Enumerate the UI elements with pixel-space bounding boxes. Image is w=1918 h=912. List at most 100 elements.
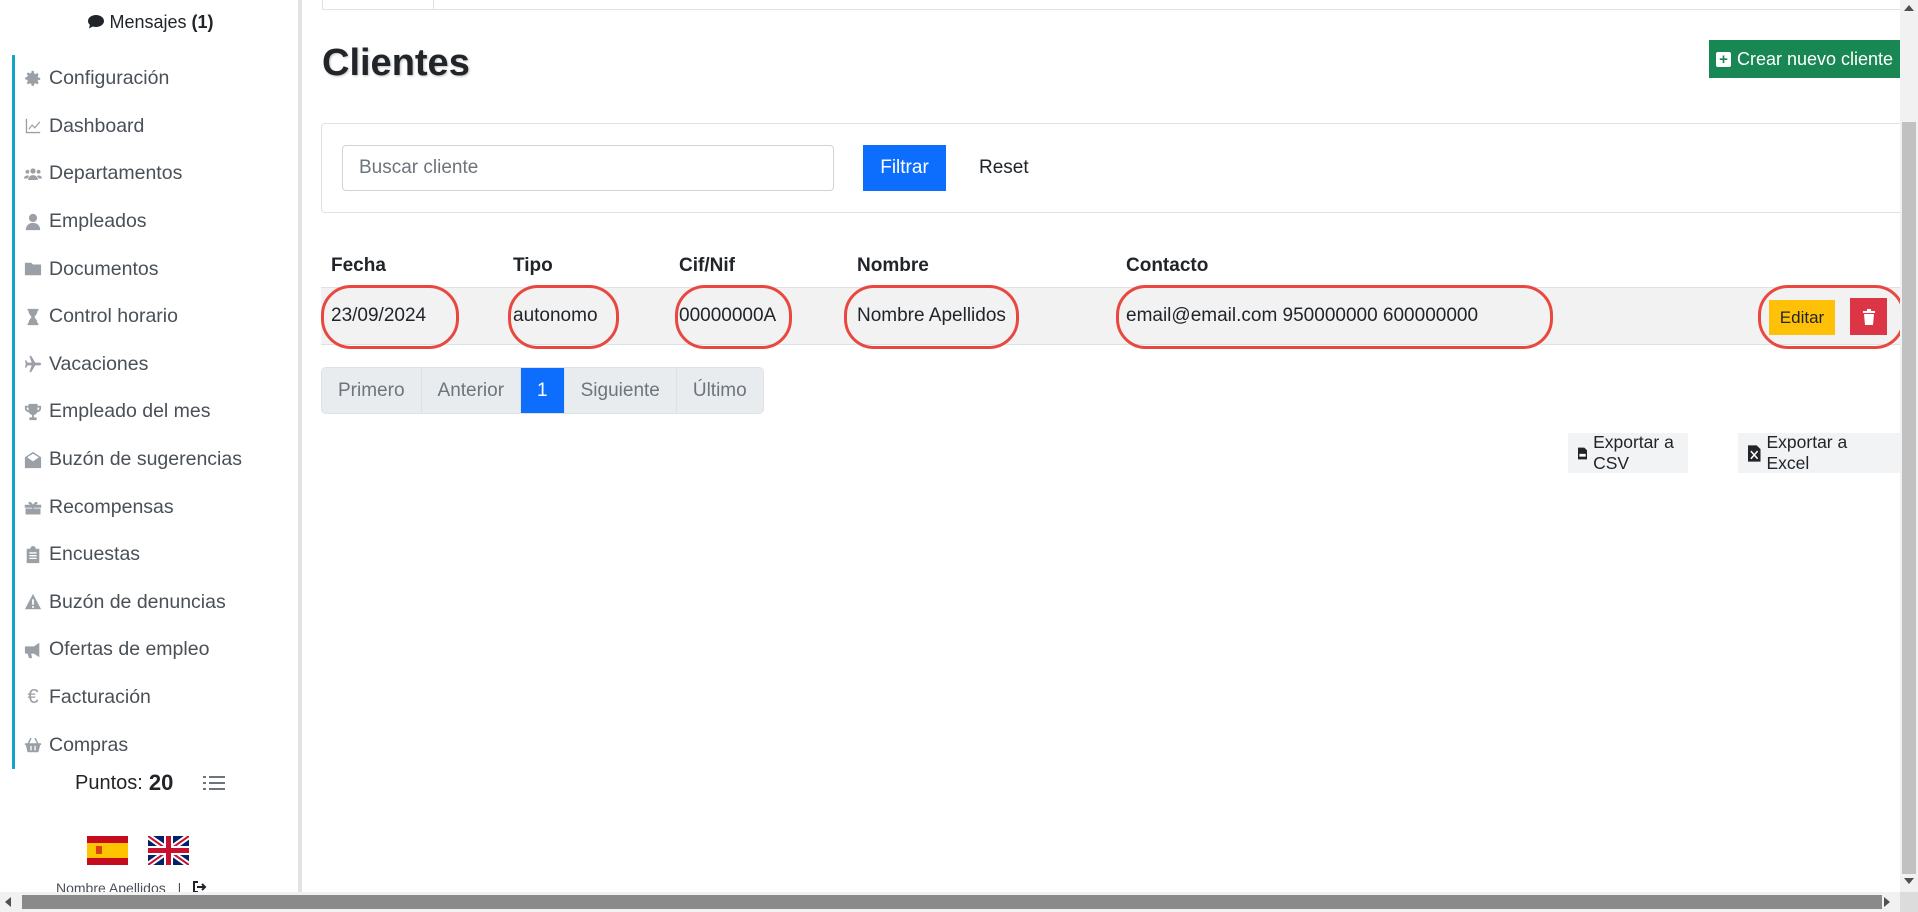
page-title: Clientes — [322, 42, 470, 84]
sidebar-nav: Configuración Dashboard Departamentos Em… — [12, 55, 298, 769]
sidebar-item-label: Control horario — [49, 305, 178, 328]
scroll-right-arrow-icon[interactable] — [1884, 897, 1890, 907]
sidebar-item-ofertas-empleo[interactable]: Ofertas de empleo — [15, 626, 298, 674]
reset-link[interactable]: Reset — [967, 145, 1041, 191]
messages-link[interactable]: Mensajes (1) — [0, 12, 298, 33]
delete-button[interactable] — [1850, 298, 1887, 335]
hourglass-icon — [23, 308, 43, 326]
sidebar-item-empleado-del-mes[interactable]: Empleado del mes — [15, 388, 298, 436]
scroll-up-arrow-icon[interactable] — [1904, 5, 1914, 11]
scrollbar-corner — [1900, 892, 1918, 912]
highlight-nombre — [844, 285, 1019, 349]
sidebar-item-label: Facturación — [49, 686, 151, 709]
gift-icon — [23, 498, 43, 516]
create-client-button[interactable]: + Crear nuevo cliente — [1709, 40, 1900, 78]
filter-button[interactable]: Filtrar — [863, 145, 946, 191]
create-client-label: Crear nuevo cliente — [1736, 48, 1894, 69]
sidebar-item-label: Compras — [49, 733, 129, 756]
user-separator: | — [177, 880, 182, 892]
sidebar-item-documentos[interactable]: Documentos — [15, 245, 298, 293]
edit-button[interactable]: Editar — [1769, 300, 1835, 335]
gear-icon — [23, 70, 43, 88]
list-icon[interactable] — [203, 774, 226, 792]
sidebar-item-label: Buzón de sugerencias — [49, 448, 242, 471]
sidebar-item-empleados[interactable]: Empleados — [15, 198, 298, 246]
logout-icon[interactable] — [193, 880, 207, 892]
envelope-open-icon — [23, 451, 43, 469]
user-info: Nombre Apellidos | — [56, 880, 207, 892]
main-content: Clientes + Crear nuevo cliente Filtrar R… — [306, 0, 1911, 892]
messages-label: Mensajes — [109, 12, 187, 32]
folder-icon — [23, 260, 43, 278]
sidebar-item-label: Buzón de denuncias — [49, 590, 226, 613]
scroll-down-arrow-icon[interactable] — [1904, 878, 1914, 884]
euro-icon: € — [27, 686, 39, 709]
sidebar-item-label: Ofertas de empleo — [49, 638, 210, 661]
sidebar-item-buzon-denuncias[interactable]: Buzón de denuncias — [15, 579, 298, 627]
export-excel-button[interactable]: Exportar a Excel — [1738, 432, 1900, 473]
export-csv-button[interactable]: Exportar a CSV — [1568, 432, 1688, 473]
horizontal-scrollbar[interactable] — [0, 892, 1918, 912]
highlight-tipo — [508, 285, 619, 349]
header-nombre[interactable]: Nombre — [857, 255, 929, 277]
clipboard-icon — [23, 545, 43, 564]
table-row: 23/09/2024 autonomo 00000000A Nombre Ape… — [321, 285, 1911, 349]
sidebar-item-buzon-sugerencias[interactable]: Buzón de sugerencias — [15, 436, 298, 484]
trash-icon — [1862, 309, 1875, 325]
filter-panel: Filtrar Reset — [321, 123, 1911, 213]
csv-file-icon — [1578, 447, 1588, 459]
sidebar-item-label: Vacaciones — [49, 352, 149, 375]
header-contacto[interactable]: Contacto — [1126, 255, 1208, 277]
uk-flag-icon[interactable] — [148, 836, 189, 865]
clients-table: Fecha Tipo Cif/Nif Nombre Contacto 23/09… — [321, 245, 1911, 349]
megaphone-icon — [23, 641, 43, 659]
horizontal-scroll-thumb[interactable] — [22, 895, 1882, 909]
vertical-scrollbar[interactable] — [1900, 0, 1918, 892]
points-value: 20 — [148, 770, 174, 795]
basket-icon — [23, 736, 43, 754]
sidebar-item-label: Departamentos — [49, 162, 183, 185]
sidebar-item-vacaciones[interactable]: Vacaciones — [15, 341, 298, 389]
sidebar-item-departamentos[interactable]: Departamentos — [15, 150, 298, 198]
sidebar-item-compras[interactable]: Compras — [15, 721, 298, 769]
sidebar-item-control-horario[interactable]: Control horario — [15, 293, 298, 341]
sidebar-item-label: Dashboard — [49, 114, 145, 137]
spain-flag-icon[interactable] — [87, 836, 128, 865]
user-name: Nombre Apellidos — [56, 880, 166, 892]
sidebar-item-encuestas[interactable]: Encuestas — [15, 531, 298, 579]
header-cif[interactable]: Cif/Nif — [679, 255, 735, 277]
chart-line-icon — [23, 117, 43, 135]
sidebar-item-label: Encuestas — [49, 543, 141, 566]
sidebar-item-label: Recompensas — [49, 495, 174, 518]
sidebar-item-label: Empleado del mes — [49, 400, 211, 423]
sidebar-item-configuracion[interactable]: Configuración — [15, 55, 298, 103]
page-current[interactable]: 1 — [521, 368, 565, 413]
page-next[interactable]: Siguiente — [565, 368, 677, 413]
search-input[interactable] — [342, 145, 834, 191]
plus-icon: + — [1715, 51, 1731, 67]
user-icon — [23, 213, 43, 231]
trophy-icon — [23, 403, 43, 421]
excel-file-icon — [1748, 444, 1761, 462]
pagination: Primero Anterior 1 Siguiente Último — [321, 367, 764, 414]
header-fecha[interactable]: Fecha — [331, 255, 386, 277]
points-display: Puntos: 20 — [75, 770, 226, 796]
vertical-scroll-thumb[interactable] — [1902, 122, 1916, 874]
tab-active[interactable] — [322, 0, 434, 10]
header-tipo[interactable]: Tipo — [513, 255, 553, 277]
warning-icon — [23, 593, 43, 611]
export-csv-label: Exportar a CSV — [1593, 432, 1674, 473]
page-first[interactable]: Primero — [322, 368, 422, 413]
scroll-left-arrow-icon[interactable] — [5, 897, 11, 907]
users-icon — [23, 165, 43, 183]
plane-icon — [23, 355, 43, 373]
sidebar-item-label: Empleados — [49, 210, 147, 233]
sidebar-item-facturacion[interactable]: € Facturación — [15, 674, 298, 722]
language-selector — [87, 836, 189, 865]
page-last[interactable]: Último — [677, 368, 763, 413]
sidebar-item-dashboard[interactable]: Dashboard — [15, 103, 298, 151]
sidebar-item-recompensas[interactable]: Recompensas — [15, 483, 298, 531]
points-label: Puntos: — [75, 771, 143, 794]
sidebar-item-label: Configuración — [49, 67, 170, 90]
page-prev[interactable]: Anterior — [422, 368, 522, 413]
